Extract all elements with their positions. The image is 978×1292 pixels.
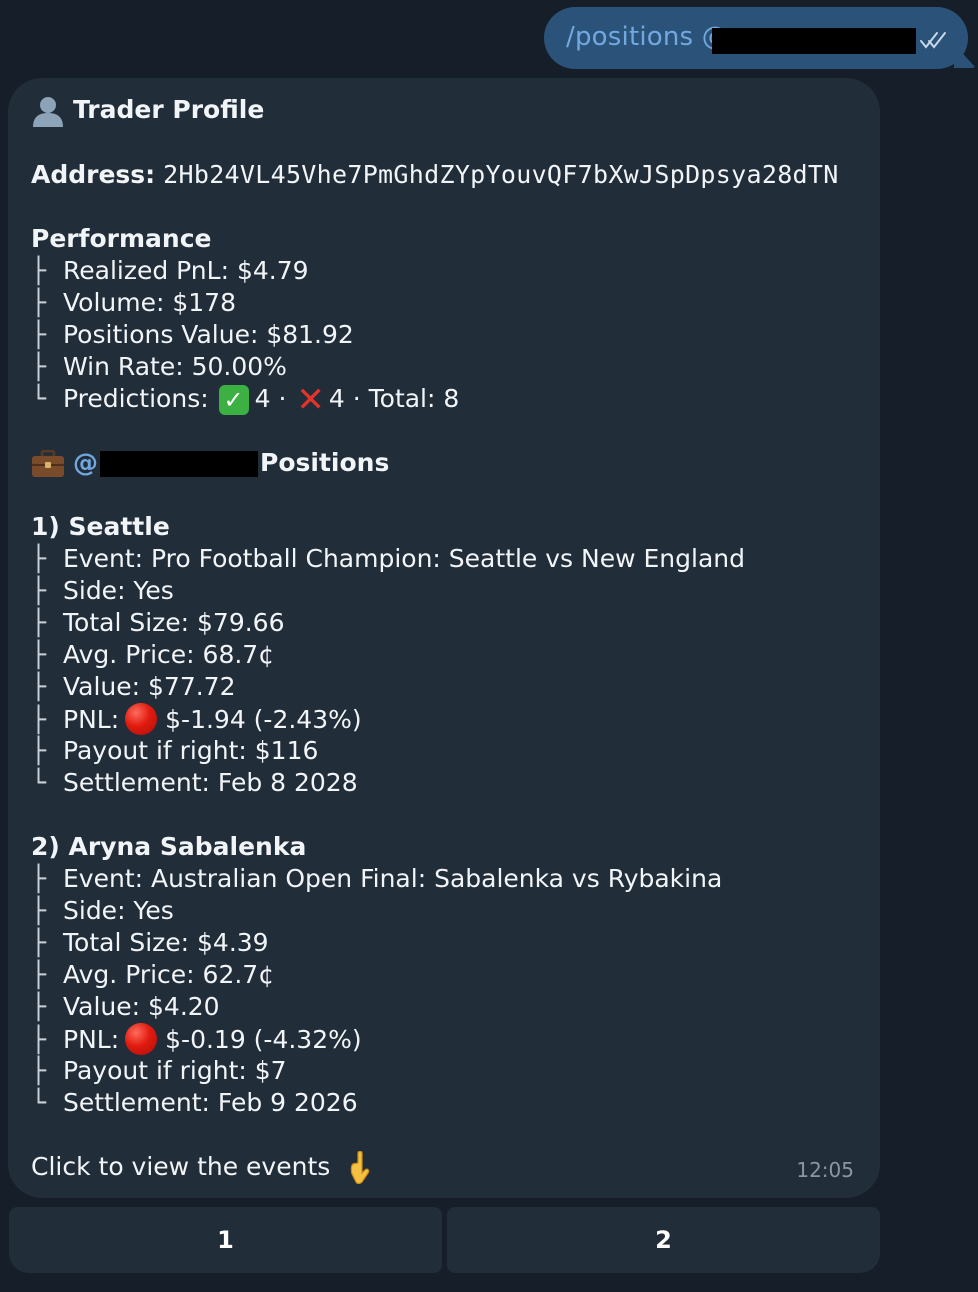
bot-message-bubble: Trader Profile Address: 2Hb24VL45Vhe7PmG…: [8, 78, 880, 1198]
tree-branch: ├: [31, 352, 47, 381]
position-avg-price: Avg. Price: 68.7¢: [63, 640, 275, 669]
position-pnl-label: PNL:: [63, 1025, 120, 1054]
position-field: ├ Payout if right: $116: [31, 735, 318, 767]
inline-button-2[interactable]: 2: [447, 1207, 880, 1273]
tree-branch: ├: [31, 576, 47, 605]
position-pnl-label: PNL:: [63, 705, 120, 734]
footer-row: Click to view the events: [31, 1151, 376, 1185]
position-payout: Payout if right: $7: [63, 1056, 287, 1085]
red-circle-icon: [125, 1023, 158, 1055]
performance-heading: Performance: [31, 224, 212, 253]
outgoing-command-text: /positions @: [566, 22, 728, 52]
pointing-down-hand-icon: [350, 1151, 370, 1185]
realized-pnl: Realized PnL: $4.79: [63, 256, 309, 285]
position-field: ├ Total Size: $4.39: [31, 927, 269, 959]
tree-branch: ├: [31, 288, 47, 317]
position-avg-price: Avg. Price: 62.7¢: [63, 960, 275, 989]
position-event: Event: Pro Football Champion: Seattle vs…: [63, 544, 745, 573]
tree-branch: ├: [31, 705, 47, 734]
win-rate: Win Rate: 50.00%: [63, 352, 287, 381]
chat-view: /positions @ Trader Profile Address: 2Hb…: [0, 0, 978, 1292]
performance-item: ├ Realized PnL: $4.79: [31, 255, 309, 287]
tree-branch: ├: [31, 896, 47, 925]
position-side: Side: Yes: [63, 576, 174, 605]
position-pnl-value: $-0.19 (-4.32%): [165, 1025, 362, 1054]
positions-header-row: @ Positions: [31, 447, 389, 479]
tree-branch: ├: [31, 544, 47, 573]
tree-branch: ├: [31, 640, 47, 669]
tree-branch: ├: [31, 992, 47, 1021]
profile-title-row: Trader Profile: [31, 94, 264, 128]
redacted-username: [712, 28, 916, 54]
position-heading: 1) Seattle: [31, 512, 170, 541]
position-field: ├ Event: Pro Football Champion: Seattle v…: [31, 543, 745, 575]
red-circle-icon: [125, 703, 158, 735]
footer-text: Click to view the events: [31, 1152, 331, 1181]
position-event: Event: Australian Open Final: Sabalenka …: [63, 864, 723, 893]
profile-title: Trader Profile: [73, 95, 265, 124]
position-pnl-value: $-1.94 (-2.43%): [165, 705, 362, 734]
address-row: Address: 2Hb24VL45Vhe7PmGhdZYpYouvQF7bXw…: [31, 159, 839, 191]
position-field: ├ PNL: $-0.19 (-4.32%): [31, 1023, 362, 1059]
cross-mark-icon: ✕: [296, 380, 325, 420]
check-mark-icon: ✓: [218, 385, 249, 415]
inline-button-1[interactable]: 1: [9, 1207, 442, 1273]
volume: Volume: $178: [63, 288, 236, 317]
position-total-size: Total Size: $79.66: [63, 608, 285, 637]
mention-at[interactable]: @: [73, 448, 98, 477]
position-field: ├ Avg. Price: 68.7¢: [31, 639, 274, 671]
position-field: ├ Side: Yes: [31, 575, 174, 607]
position-total-size: Total Size: $4.39: [63, 928, 269, 957]
tree-branch: ├: [31, 1056, 47, 1085]
tree-branch: ├: [31, 320, 47, 349]
tree-branch: ├: [31, 608, 47, 637]
address-value[interactable]: 2Hb24VL45Vhe7PmGhdZYpYouvQF7bXwJSpDpsya2…: [163, 160, 838, 189]
position-value: Value: $4.20: [63, 992, 220, 1021]
position-value: Value: $77.72: [63, 672, 236, 701]
performance-item: ├ Positions Value: $81.92: [31, 319, 354, 351]
position-field: ├ Avg. Price: 62.7¢: [31, 959, 274, 991]
position-settlement: Settlement: Feb 8 2028: [63, 768, 358, 797]
position-field: └ Settlement: Feb 8 2028: [31, 767, 358, 799]
position-field: ├ Total Size: $79.66: [31, 607, 285, 639]
tree-branch: ├: [31, 960, 47, 989]
tree-last: └: [31, 384, 47, 413]
tree-branch: ├: [31, 672, 47, 701]
positions-heading: Positions: [260, 448, 390, 477]
positions-value: Positions Value: $81.92: [63, 320, 354, 349]
position-side: Side: Yes: [63, 896, 174, 925]
tree-branch: ├: [31, 928, 47, 957]
predictions-wins: 4 ·: [254, 384, 287, 413]
performance-item: ├ Win Rate: 50.00%: [31, 351, 287, 383]
briefcase-icon: [32, 450, 64, 477]
tree-last: └: [31, 768, 47, 797]
person-silhouette-icon: [33, 97, 63, 127]
tree-branch: ├: [31, 864, 47, 893]
outgoing-message-bubble[interactable]: /positions @: [544, 7, 968, 69]
redacted-username: [100, 451, 258, 477]
predictions-losses: 4 · Total: 8: [328, 384, 460, 413]
position-settlement: Settlement: Feb 9 2026: [63, 1088, 358, 1117]
position-heading: 2) Aryna Sabalenka: [31, 832, 307, 861]
predictions-label: Predictions:: [63, 384, 209, 413]
position-field: └ Settlement: Feb 9 2026: [31, 1087, 358, 1119]
double-check-icon: [920, 32, 946, 49]
tree-branch: ├: [31, 256, 47, 285]
position-field: ├ PNL: $-1.94 (-2.43%): [31, 703, 362, 739]
tree-last: └: [31, 1088, 47, 1117]
tree-branch: ├: [31, 1025, 47, 1054]
position-field: ├ Side: Yes: [31, 895, 174, 927]
position-payout: Payout if right: $116: [63, 736, 319, 765]
position-field: ├ Value: $77.72: [31, 671, 236, 703]
address-label: Address:: [31, 160, 156, 189]
position-field: ├ Event: Australian Open Final: Sabalenka…: [31, 863, 722, 895]
performance-item: ├ Volume: $178: [31, 287, 236, 319]
tree-branch: ├: [31, 736, 47, 765]
position-field: ├ Payout if right: $7: [31, 1055, 287, 1087]
predictions-row: └ Predictions: ✓ 4 · ✕ 4 · Total: 8: [31, 380, 460, 420]
message-timestamp: 12:05: [796, 1158, 854, 1182]
position-field: ├ Value: $4.20: [31, 991, 220, 1023]
